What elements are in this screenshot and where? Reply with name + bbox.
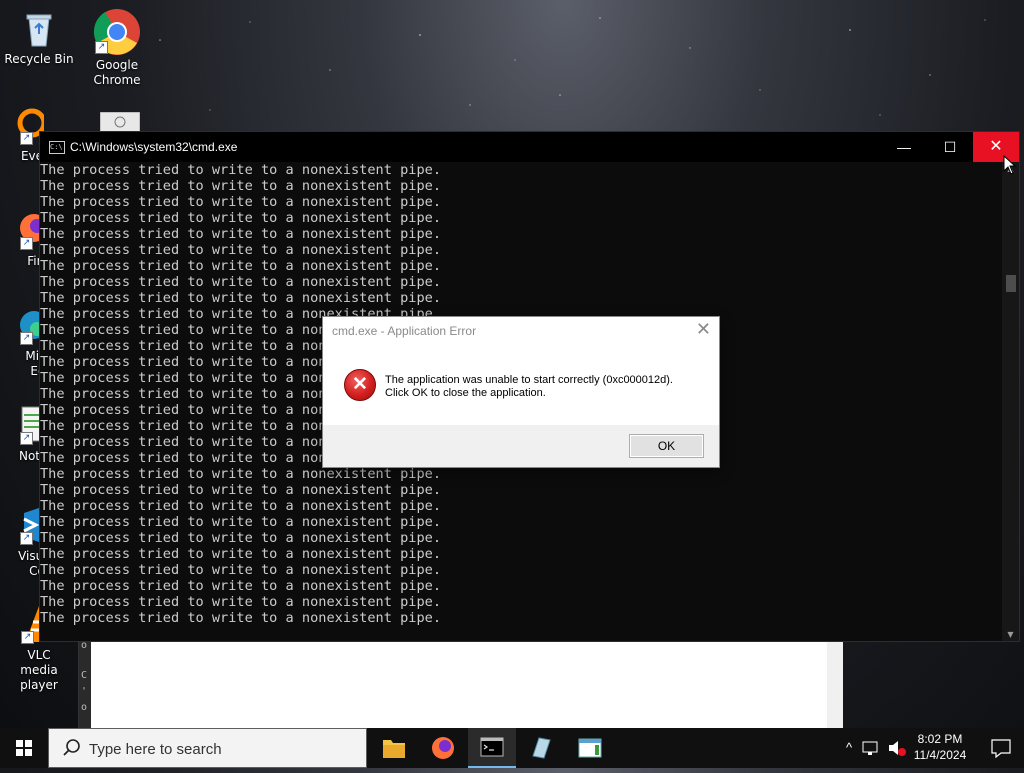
scrollbar-thumb[interactable]: [1006, 275, 1016, 292]
console-line: The process tried to write to a nonexist…: [40, 498, 442, 514]
console-line: The process tried to write to a nonexist…: [40, 482, 442, 498]
taskbar-search-box[interactable]: Type here to search: [48, 728, 367, 768]
console-line: The process tried to write to a nonexist…: [40, 514, 442, 530]
application-error-dialog[interactable]: cmd.exe - Application Error ✕ ✕ The appl…: [322, 316, 720, 468]
console-line: The process tried to write to a nonexist…: [40, 242, 442, 258]
desktop-icon-label: Recycle Bin: [4, 52, 74, 66]
console-line: The process tried to write to a nonexist…: [40, 562, 442, 578]
windows-logo-icon: [16, 740, 32, 756]
vscode-icon: ↗: [4, 505, 44, 545]
dialog-message: The application was unable to start corr…: [385, 374, 673, 400]
cmd-window-title: C:\Windows\system32\cmd.exe: [70, 140, 238, 154]
maximize-button[interactable]: ☐: [927, 132, 973, 162]
cmd-title-bar[interactable]: C:\ C:\Windows\system32\cmd.exe — ☐ ✕: [40, 132, 1019, 162]
search-icon: [63, 739, 80, 756]
console-line: The process tried to write to a nonexist…: [40, 226, 442, 242]
everything-icon: ↗: [4, 105, 47, 145]
desktop-icon-google-chrome[interactable]: ↗ Google Chrome: [79, 8, 155, 88]
clock-time: 8:02 PM: [917, 732, 963, 746]
console-line: The process tried to write to a nonexist…: [40, 578, 442, 594]
dialog-close-icon[interactable]: ✕: [696, 319, 711, 340]
tray-overflow-chevron[interactable]: ^: [840, 728, 858, 768]
console-line: The process tried to write to a nonexist…: [40, 274, 442, 290]
settings-panel-icon: [99, 111, 141, 133]
background-window-gutter: o C ' o: [79, 640, 91, 730]
dialog-title: cmd.exe - Application Error: [332, 324, 477, 338]
dialog-message-line: Click OK to close the application.: [385, 387, 546, 399]
folder-icon: [383, 740, 405, 758]
chrome-icon: ↗: [93, 8, 141, 56]
console-line: The process tried to write to a nonexist…: [40, 546, 442, 562]
console-line: The process tried to write to a nonexist…: [40, 610, 442, 626]
taskbar-app-green[interactable]: [517, 728, 565, 768]
taskbar-file-explorer[interactable]: [370, 728, 418, 768]
taskbar-firefox[interactable]: [419, 728, 467, 768]
taskbar: Type here to search ^ 8:02 PM 11/4/2024: [0, 728, 1024, 768]
scroll-down-icon[interactable]: ▼: [1005, 630, 1016, 639]
firefox-icon: [432, 737, 454, 759]
taskbar-app-window[interactable]: [566, 728, 614, 768]
minimize-button[interactable]: —: [881, 132, 927, 162]
notification-icon: [991, 739, 1011, 759]
console-line: The process tried to write to a nonexist…: [40, 258, 442, 274]
recycle-bin-icon: [19, 8, 59, 48]
firefox-icon: ↗: [4, 210, 48, 250]
error-icon: ✕: [344, 369, 376, 401]
cmd-icon: C:\: [49, 141, 65, 154]
console-line: The process tried to write to a nonexist…: [40, 290, 442, 306]
edge-icon: ↗: [4, 305, 48, 345]
notepad-plus-icon: [532, 737, 551, 759]
clock-date: 11/4/2024: [913, 748, 967, 762]
gutter-char: ': [81, 686, 88, 697]
ok-button[interactable]: OK: [629, 434, 704, 458]
mouse-cursor-icon: [1003, 155, 1017, 175]
console-line: The process tried to write to a nonexist…: [40, 210, 442, 226]
desktop-icon-label: Google Chrome: [93, 58, 141, 87]
search-placeholder: Type here to search: [89, 741, 222, 758]
dialog-footer: OK: [323, 425, 719, 467]
notepad-icon: ↗: [4, 405, 44, 445]
action-center-button[interactable]: [978, 728, 1024, 768]
gutter-char: C: [81, 670, 88, 681]
desktop-icon-label: VLC media player: [20, 648, 58, 692]
volume-muted-icon[interactable]: [886, 728, 908, 768]
desktop-icon-recycle-bin[interactable]: Recycle Bin: [1, 8, 77, 67]
background-window-content: [91, 640, 827, 730]
console-line: The process tried to write to a nonexist…: [40, 594, 442, 610]
start-button[interactable]: [0, 728, 48, 768]
system-clock[interactable]: 8:02 PM 11/4/2024: [910, 728, 970, 771]
gutter-char: o: [81, 702, 88, 713]
console-line: The process tried to write to a nonexist…: [40, 466, 442, 482]
console-line: The process tried to write to a nonexist…: [40, 178, 442, 194]
dialog-message-line: The application was unable to start corr…: [385, 374, 673, 386]
vertical-scrollbar[interactable]: ▲ ▼: [1002, 162, 1019, 641]
network-icon[interactable]: [860, 728, 882, 768]
taskbar-cmd[interactable]: [468, 728, 516, 768]
application-window-icon: [578, 738, 602, 758]
terminal-icon: [480, 737, 504, 757]
console-line: The process tried to write to a nonexist…: [40, 530, 442, 546]
console-line: The process tried to write to a nonexist…: [40, 194, 442, 210]
background-window[interactable]: o C ' o: [78, 640, 843, 730]
console-line: The process tried to write to a nonexist…: [40, 162, 442, 178]
